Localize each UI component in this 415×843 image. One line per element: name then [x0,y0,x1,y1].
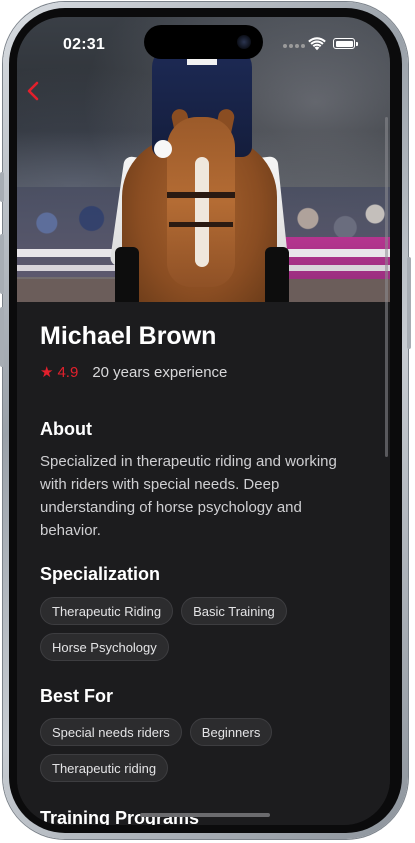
cellular-icon [283,44,305,48]
volume-down-button [0,307,4,367]
scrollbar[interactable] [385,117,388,457]
best-for-tags: Special needs riders Beginners Therapeut… [40,718,370,782]
star-icon: ★ [40,364,54,381]
about-title: About [40,419,92,439]
experience-text: 20 years experience [92,363,228,381]
wifi-icon [308,37,326,51]
camera-icon [237,35,251,49]
power-button [407,257,411,349]
chevron-left-icon [27,81,39,101]
best-for-title: Best For [40,686,114,706]
specialization-tag[interactable]: Therapeutic Riding [40,597,174,625]
specialization-tags: Therapeutic Riding Basic Training Horse … [40,597,370,661]
about-text: Specialized in therapeutic riding and wo… [40,453,337,539]
screen: 02:31 Michael Brown ★ 4.9 20 years exper… [17,17,390,825]
status-time: 02:31 [63,36,105,53]
best-for-tag[interactable]: Special needs riders [40,718,182,746]
trainer-details: Michael Brown ★ 4.9 20 years experience … [17,302,390,825]
trainer-name: Michael Brown [40,322,217,350]
action-button [0,172,4,202]
dynamic-island [144,25,263,59]
rating-value: 4.9 [57,363,79,381]
best-for-tag[interactable]: Therapeutic riding [40,754,169,782]
rating-row: ★ 4.9 20 years experience [40,363,228,382]
status-bar: 02:31 [17,17,390,65]
specialization-tag[interactable]: Basic Training [181,597,287,625]
home-indicator[interactable] [140,813,270,817]
specialization-title: Specialization [40,564,161,584]
specialization-tag[interactable]: Horse Psychology [40,633,169,661]
battery-icon [333,38,355,49]
back-button[interactable] [21,77,45,105]
best-for-tag[interactable]: Beginners [189,718,273,746]
volume-up-button [0,234,4,294]
